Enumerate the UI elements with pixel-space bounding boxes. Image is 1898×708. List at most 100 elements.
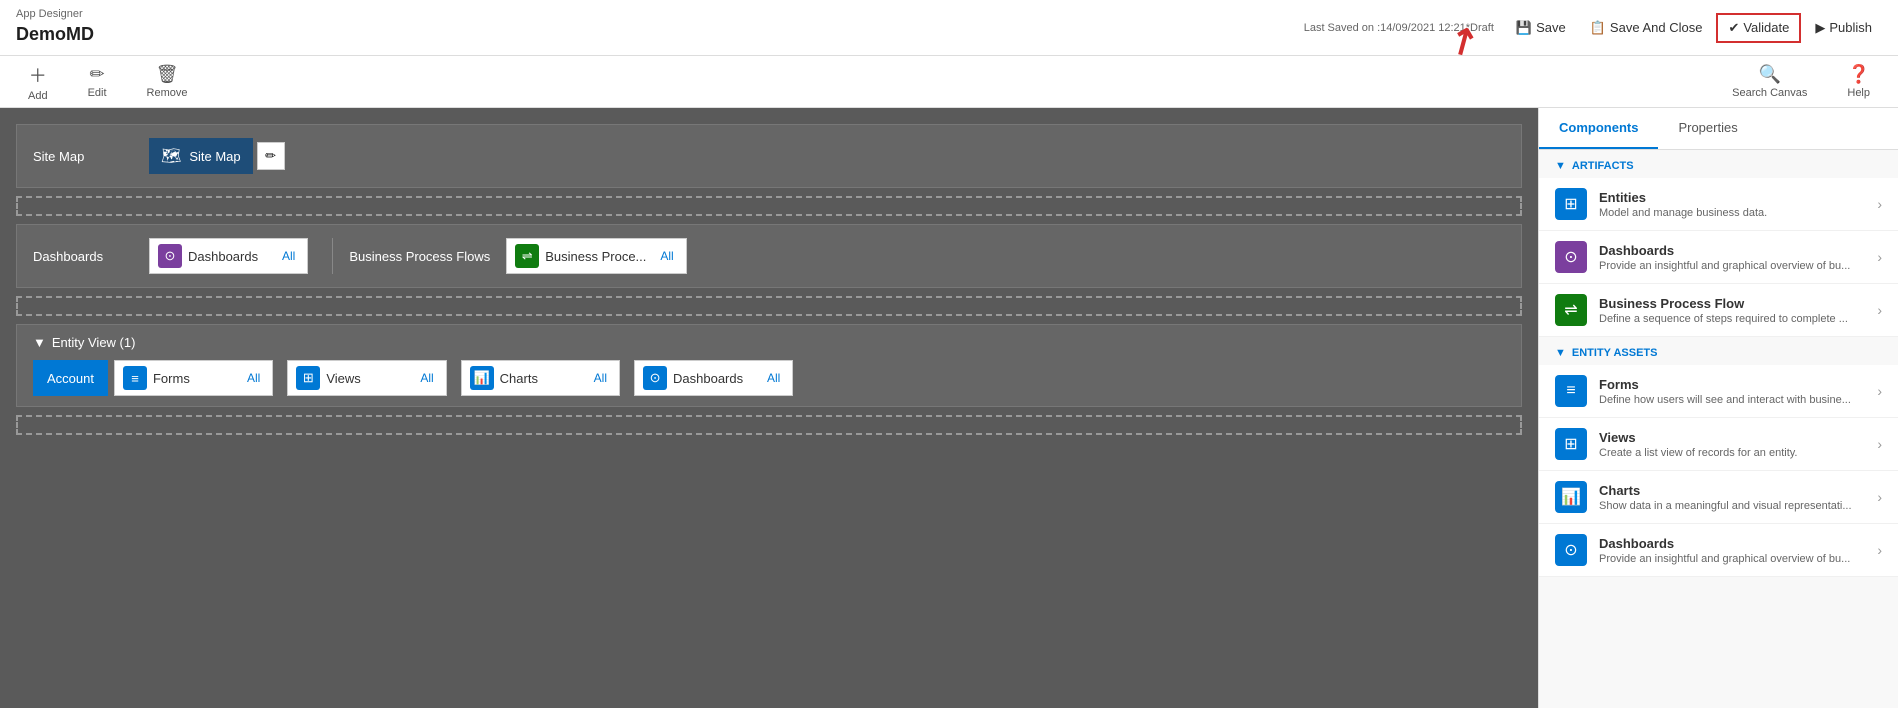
dashboards2-component[interactable]: ⊙ Dashboards All — [634, 360, 793, 396]
charts-panel-title: Charts — [1599, 483, 1865, 498]
forms-panel-item[interactable]: ≡ Forms Define how users will see and in… — [1539, 365, 1898, 418]
sitemap-name: Site Map — [189, 149, 240, 164]
validate-button[interactable]: ✔ Validate — [1716, 13, 1801, 43]
remove-icon: 🗑 — [156, 64, 179, 85]
artifacts-section-title[interactable]: ▼ ARTIFACTS — [1539, 150, 1898, 178]
dashboards-row-label: Dashboards — [33, 249, 133, 264]
bpf-panel-icon: ⇌ — [1555, 294, 1587, 326]
views-panel-icon: ⊞ — [1555, 428, 1587, 460]
artifacts-collapse-icon: ▼ — [1555, 160, 1566, 172]
validate-icon: ✔ — [1728, 20, 1739, 36]
views-panel-desc: Create a list view of records for an ent… — [1599, 447, 1865, 459]
views-component-name: Views — [326, 371, 406, 386]
edit-icon: ✏ — [90, 64, 105, 85]
views-chevron-icon: › — [1877, 436, 1882, 452]
edit-button[interactable]: ✏ Edit — [80, 60, 115, 103]
tab-properties[interactable]: Properties — [1658, 108, 1757, 149]
dashboards-panel-item[interactable]: ⊙ Dashboards Provide an insightful and g… — [1539, 231, 1898, 284]
forms-component-name: Forms — [153, 371, 233, 386]
app-label: App Designer — [16, 8, 83, 20]
help-button[interactable]: ❓ Help — [1839, 60, 1878, 103]
canvas: Site Map 🗺 Site Map ✏ Dashboards ⊙ Dashb… — [0, 108, 1538, 708]
publish-button[interactable]: ▶ Publish — [1805, 14, 1882, 42]
save-close-icon: 📋 — [1590, 20, 1606, 36]
views-panel-title: Views — [1599, 430, 1865, 445]
forms-chevron-icon: › — [1877, 383, 1882, 399]
add-button[interactable]: ＋ Add — [20, 58, 56, 106]
save-close-button[interactable]: 📋 Save And Close — [1580, 14, 1713, 42]
dashboards2-panel-item[interactable]: ⊙ Dashboards Provide an insightful and g… — [1539, 524, 1898, 577]
dashboards-panel-icon: ⊙ — [1555, 241, 1587, 273]
save-button[interactable]: 💾 Save — [1506, 14, 1576, 42]
bpf-panel-item[interactable]: ⇌ Business Process Flow Define a sequenc… — [1539, 284, 1898, 337]
dashboards-component-name: Dashboards — [188, 249, 268, 264]
charts-panel-icon: 📊 — [1555, 481, 1587, 513]
charts-chevron-icon: › — [1877, 489, 1882, 505]
bpf-panel-text: Business Process Flow Define a sequence … — [1599, 296, 1865, 325]
charts-component-name: Charts — [500, 371, 580, 386]
views-component-icon: ⊞ — [296, 366, 320, 390]
search-canvas-button[interactable]: 🔍 Search Canvas — [1724, 60, 1815, 103]
entities-panel-text: Entities Model and manage business data. — [1599, 190, 1865, 219]
top-bar-actions: Last Saved on :14/09/2021 12:21*Draft 💾 … — [1304, 13, 1882, 43]
views-component[interactable]: ⊞ Views All — [287, 360, 446, 396]
forms-component[interactable]: ≡ Forms All — [114, 360, 273, 396]
tab-components[interactable]: Components — [1539, 108, 1658, 149]
views-panel-item[interactable]: ⊞ Views Create a list view of records fo… — [1539, 418, 1898, 471]
bpf-chevron-icon: › — [1877, 302, 1882, 318]
sitemap-row-label: Site Map — [33, 149, 133, 164]
views-all-link[interactable]: All — [416, 369, 437, 387]
sitemap-edit-button[interactable]: ✏ — [257, 142, 285, 170]
top-bar: App Designer DemoMD Last Saved on :14/09… — [0, 0, 1898, 56]
entity-assets-section-title[interactable]: ▼ ENTITY ASSETS — [1539, 337, 1898, 365]
entities-panel-desc: Model and manage business data. — [1599, 207, 1865, 219]
bpf-component[interactable]: ⇌ Business Proce... All — [506, 238, 687, 274]
dashboards2-component-icon: ⊙ — [643, 366, 667, 390]
charts-panel-item[interactable]: 📊 Charts Show data in a meaningful and v… — [1539, 471, 1898, 524]
dashboards2-panel-title: Dashboards — [1599, 536, 1865, 551]
entities-chevron-icon: › — [1877, 196, 1882, 212]
bpf-component-icon: ⇌ — [515, 244, 539, 268]
forms-panel-desc: Define how users will see and interact w… — [1599, 394, 1865, 406]
charts-component-icon: 📊 — [470, 366, 494, 390]
right-panel: Components Properties ▼ ARTIFACTS ⊞ Enti… — [1538, 108, 1898, 708]
forms-panel-text: Forms Define how users will see and inte… — [1599, 377, 1865, 406]
dashboards2-panel-text: Dashboards Provide an insightful and gra… — [1599, 536, 1865, 565]
account-button[interactable]: Account — [33, 360, 108, 396]
entity-collapse-icon[interactable]: ▼ — [33, 335, 46, 350]
separator-2 — [16, 296, 1522, 316]
charts-panel-text: Charts Show data in a meaningful and vis… — [1599, 483, 1865, 512]
last-saved-text: Last Saved on :14/09/2021 12:21*Draft — [1304, 22, 1494, 34]
charts-component[interactable]: 📊 Charts All — [461, 360, 620, 396]
charts-all-link[interactable]: All — [590, 369, 611, 387]
forms-all-link[interactable]: All — [243, 369, 264, 387]
entities-panel-title: Entities — [1599, 190, 1865, 205]
entity-assets-collapse-icon: ▼ — [1555, 347, 1566, 359]
entity-row: Account ≡ Forms All ⊞ Views All 📊 Charts… — [33, 360, 1505, 396]
dashboards-component-icon: ⊙ — [158, 244, 182, 268]
dashboards2-all-link[interactable]: All — [763, 369, 784, 387]
dashboards-panel-desc: Provide an insightful and graphical over… — [1599, 260, 1865, 272]
bpf-panel-title: Business Process Flow — [1599, 296, 1865, 311]
dashboards-all-link[interactable]: All — [278, 247, 299, 265]
dashboards2-chevron-icon: › — [1877, 542, 1882, 558]
sitemap-icon: 🗺 — [161, 146, 181, 166]
charts-panel-desc: Show data in a meaningful and visual rep… — [1599, 500, 1865, 512]
add-icon: ＋ — [29, 62, 47, 88]
dashboards-panel-title: Dashboards — [1599, 243, 1865, 258]
row-divider — [332, 238, 333, 274]
toolbar: ＋ Add ✏ Edit 🗑 Remove 🔍 Search Canvas ❓ … — [0, 56, 1898, 108]
entities-panel-item[interactable]: ⊞ Entities Model and manage business dat… — [1539, 178, 1898, 231]
dashboards-bpf-row: Dashboards ⊙ Dashboards All Business Pro… — [16, 224, 1522, 288]
remove-button[interactable]: 🗑 Remove — [139, 60, 196, 103]
dashboards-component[interactable]: ⊙ Dashboards All — [149, 238, 308, 274]
bpf-all-link[interactable]: All — [656, 247, 677, 265]
entity-section-label: Entity View (1) — [52, 335, 136, 350]
search-icon: 🔍 — [1759, 64, 1781, 85]
app-name: DemoMD — [16, 24, 94, 45]
main-layout: Site Map 🗺 Site Map ✏ Dashboards ⊙ Dashb… — [0, 108, 1898, 708]
bpf-panel-desc: Define a sequence of steps required to c… — [1599, 313, 1865, 325]
dashboards-panel-text: Dashboards Provide an insightful and gra… — [1599, 243, 1865, 272]
dashboards2-panel-icon: ⊙ — [1555, 534, 1587, 566]
forms-panel-icon: ≡ — [1555, 375, 1587, 407]
